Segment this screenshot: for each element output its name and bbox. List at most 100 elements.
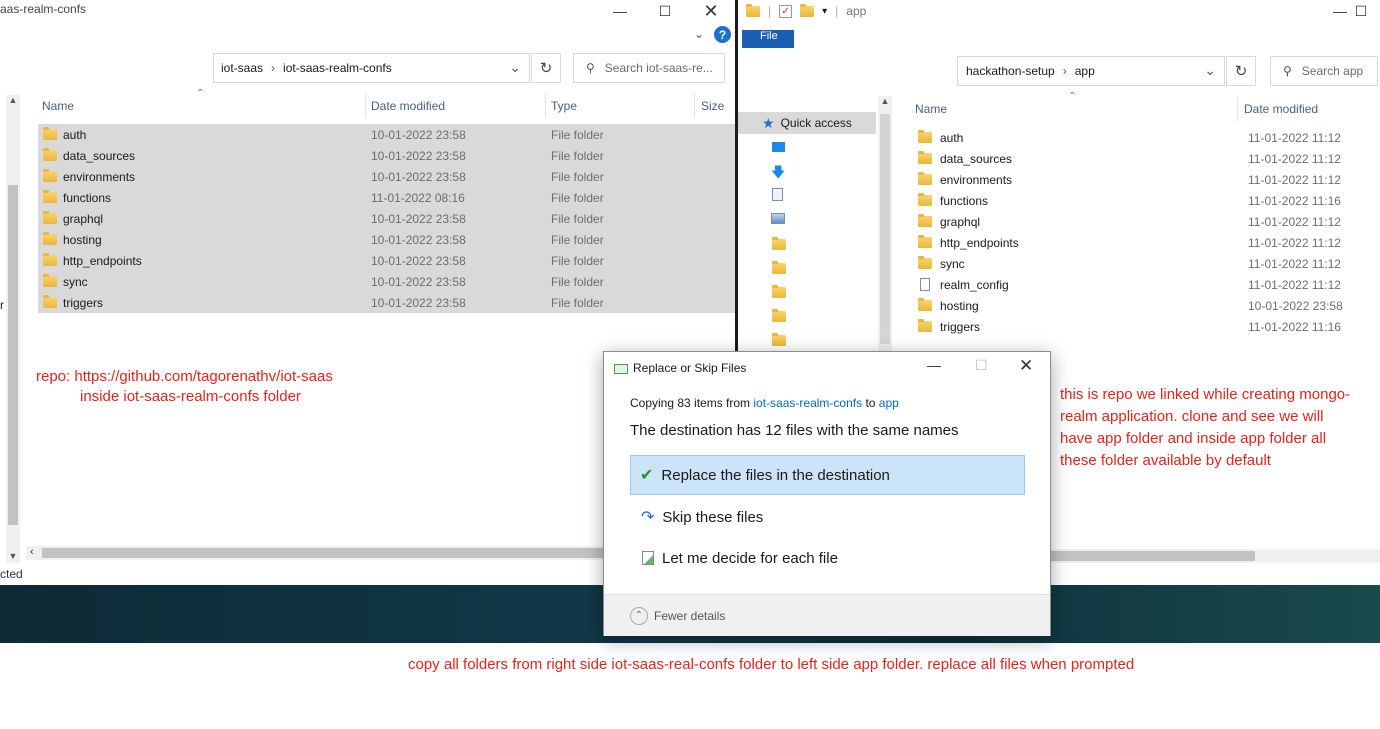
ribbon-expand-icon[interactable]: ⌄ [694,27,704,41]
folder-icon [918,130,932,143]
table-row[interactable]: environments 11-01-2022 11:12 [914,169,1380,190]
breadcrumb-item[interactable]: iot-saas-realm-confs [283,61,392,75]
table-row[interactable]: data_sources 11-01-2022 11:12 [914,148,1380,169]
breadcrumb-item[interactable]: hackathon-setup [966,64,1055,78]
sort-up-icon: ⌃ [196,88,205,99]
column-divider[interactable] [694,94,695,118]
documents-icon[interactable] [772,188,783,201]
table-row[interactable]: http_endpoints 11-01-2022 11:12 [914,232,1380,253]
table-row[interactable]: http_endpoints 10-01-2022 23:58 File folde… [38,250,735,271]
column-header-date[interactable]: Date modified [371,99,445,113]
address-bar[interactable]: hackathon-setup › app ⌄ [957,56,1225,86]
search-input[interactable]: ⚲ Search iot-saas-re... [573,53,725,83]
scroll-down-icon[interactable]: ▼ [6,551,20,561]
collapse-details-icon[interactable]: ⌃ [630,607,648,625]
toolbar-divider: | [768,4,772,18]
column-header-size[interactable]: Size [701,99,724,113]
table-row[interactable]: auth 11-01-2022 11:12 [914,127,1380,148]
chevron-down-icon[interactable]: ⌄ [509,59,521,76]
table-row[interactable]: functions 11-01-2022 08:16 File folder [38,187,735,208]
quick-access-toolbar: | ✓ ▾ | app [746,3,866,18]
folder-icon [43,232,57,245]
address-bar[interactable]: iot-saas › iot-saas-realm-confs ⌄ [213,53,530,83]
nav-scrollbar[interactable]: ▲ [878,96,892,352]
table-row[interactable]: triggers 11-01-2022 11:16 [914,316,1380,337]
folder-icon[interactable] [772,261,786,274]
checkmark-icon: ✔ [640,467,654,484]
nav-scrollbar[interactable]: ▲ ▼ [6,95,20,563]
horizontal-scrollbar[interactable] [1051,549,1380,563]
folder-icon[interactable] [772,333,786,346]
column-divider[interactable] [545,94,546,118]
maximize-button[interactable]: ☐ [642,0,688,22]
minimize-button[interactable]: — [597,0,643,22]
source-folder-link[interactable]: iot-saas-realm-confs [753,396,862,410]
properties-icon[interactable]: ✓ [779,4,793,18]
column-divider[interactable] [1237,97,1238,121]
table-row[interactable]: graphql 11-01-2022 11:12 [914,211,1380,232]
folder-icon [43,169,57,182]
folder-icon [918,193,932,206]
navigation-pane: ★ Quick access 🡇 [738,96,890,352]
pictures-icon[interactable] [771,213,785,224]
copying-summary: Copying 83 items from iot-saas-realm-con… [630,396,899,410]
column-divider[interactable] [365,94,366,118]
refresh-button[interactable]: ↻ [1226,56,1256,86]
replace-or-skip-dialog: Replace or Skip Files — ☐ ✕ Copying 83 i… [603,351,1051,636]
table-row[interactable]: graphql 10-01-2022 23:58 File folder [38,208,735,229]
folder-icon [43,148,57,161]
column-header-type[interactable]: Type [551,99,577,113]
minimize-button[interactable]: — [927,357,941,373]
close-button[interactable]: ✕ [1019,356,1033,376]
scroll-thumb[interactable] [8,185,18,525]
nav-partial-letter: r [0,298,4,312]
column-header-name[interactable]: Name [42,99,74,113]
chevron-right-icon: › [271,61,276,75]
right-annotation: this is repo we linked while creating mo… [1060,386,1351,469]
folder-icon [43,127,57,140]
table-row[interactable]: sync 11-01-2022 11:12 [914,253,1380,274]
table-row[interactable]: data_sources 10-01-2022 23:58 File folder [38,145,735,166]
table-row[interactable]: functions 11-01-2022 11:16 [914,190,1380,211]
folder-icon[interactable] [772,237,786,250]
column-header-date[interactable]: Date modified [1244,102,1318,116]
folder-icon[interactable] [772,285,786,298]
table-row[interactable]: triggers 10-01-2022 23:58 File folder [38,292,735,313]
replace-files-button[interactable]: ✔ Replace the files in the destination [630,455,1025,495]
scroll-left-icon[interactable]: ‹ [30,546,34,558]
skip-icon: ↷ [641,509,655,526]
maximize-button: ☐ [975,357,988,373]
decide-each-file-button[interactable]: Let me decide for each file [630,538,1025,578]
destination-folder-link[interactable]: app [879,396,899,410]
scroll-thumb[interactable] [880,114,890,344]
new-folder-icon[interactable] [800,3,815,17]
table-row[interactable]: realm_config 11-01-2022 11:12 [914,274,1380,295]
breadcrumb-item[interactable]: iot-saas [221,61,263,75]
scroll-up-icon[interactable]: ▲ [878,96,892,106]
nav-item-quick-access[interactable]: ★ Quick access [738,112,876,134]
file-tab[interactable]: File [742,30,794,48]
downloads-icon[interactable]: 🡇 [771,162,785,186]
folder-icon [918,298,932,311]
scroll-up-icon[interactable]: ▲ [6,95,20,105]
folder-icon [918,214,932,227]
folder-icon[interactable] [772,309,786,322]
help-icon[interactable]: ? [714,26,731,43]
table-row[interactable]: hosting 10-01-2022 23:58 [914,295,1380,316]
table-row[interactable]: hosting 10-01-2022 23:58 File folder [38,229,735,250]
column-header-name[interactable]: Name [915,102,947,116]
table-row[interactable]: environments 10-01-2022 23:58 File folder [38,166,735,187]
skip-files-button[interactable]: ↷ Skip these files [630,497,1025,537]
customize-toolbar-icon[interactable]: ▾ [822,6,827,17]
scroll-thumb[interactable] [1051,551,1255,561]
table-row[interactable]: auth 10-01-2022 23:58 File folder [38,124,735,145]
fewer-details-button[interactable]: Fewer details [654,609,725,623]
refresh-button[interactable]: ↻ [531,53,561,83]
maximize-button[interactable]: ☐ [1338,0,1380,22]
breadcrumb-item[interactable]: app [1075,64,1095,78]
chevron-down-icon[interactable]: ⌄ [1204,62,1216,79]
table-row[interactable]: sync 10-01-2022 23:58 File folder [38,271,735,292]
search-input[interactable]: ⚲ Search app [1270,56,1378,86]
close-button[interactable]: ✕ [688,0,734,22]
desktop-icon[interactable] [772,142,785,152]
